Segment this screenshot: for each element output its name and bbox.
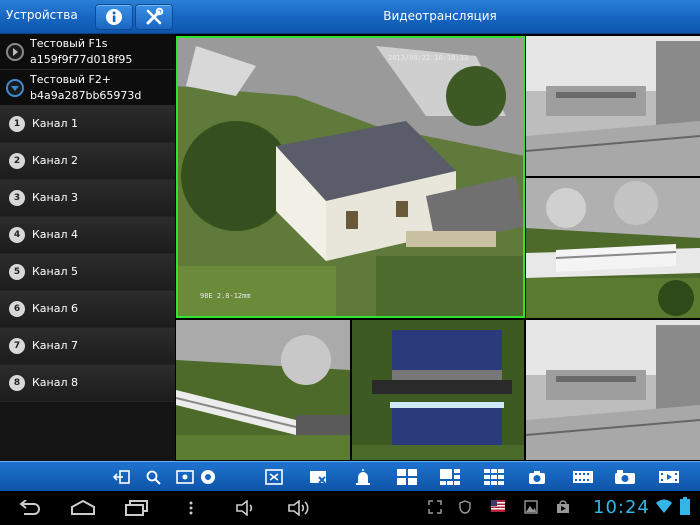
layout-3x3-icon[interactable] <box>440 469 460 485</box>
home-icon[interactable] <box>70 500 96 516</box>
video-tile-5[interactable] <box>352 320 524 460</box>
video-frame-bridge <box>352 320 524 460</box>
channel-label: Канал 3 <box>32 191 79 204</box>
exit-icon[interactable] <box>113 469 131 485</box>
channel-number-icon: 6 <box>9 301 25 317</box>
video-tile-4[interactable] <box>176 320 350 460</box>
channel-item-5[interactable]: 5 Канал 5 <box>0 254 175 291</box>
channel-number-icon: 8 <box>9 375 25 391</box>
recent-apps-icon[interactable] <box>125 500 149 516</box>
battery-icon <box>680 497 690 515</box>
status-clock: 10:24 <box>593 497 650 518</box>
device-item[interactable]: Тестовый F2+ b4a9a287bb65973d <box>0 70 175 106</box>
channel-label: Канал 8 <box>32 376 79 389</box>
channel-label: Канал 6 <box>32 302 79 315</box>
channel-item-8[interactable]: 8 Канал 8 <box>0 365 175 402</box>
video-frame-house <box>176 36 525 318</box>
video-frame-train <box>176 320 350 460</box>
gallery-icon <box>524 500 538 514</box>
volume-down-icon[interactable] <box>236 500 258 516</box>
back-icon[interactable] <box>16 500 40 516</box>
channel-label: Канал 1 <box>32 117 79 130</box>
video-lens-label: 98E 2.8-12mm <box>200 292 251 300</box>
channel-item-4[interactable]: 4 Канал 4 <box>0 217 175 254</box>
screenshot-icon[interactable] <box>428 500 442 514</box>
bottom-toolbar <box>0 461 700 491</box>
device-name: Тестовый F1s <box>30 37 108 50</box>
channel-number-icon: 2 <box>9 153 25 169</box>
video-tile-6[interactable] <box>526 320 700 460</box>
volume-up-icon[interactable] <box>288 500 312 516</box>
channel-label: Канал 2 <box>32 154 79 167</box>
close-view-icon[interactable] <box>309 469 327 485</box>
channel-item-2[interactable]: 2 Канал 2 <box>0 143 175 180</box>
wifi-icon <box>656 499 672 513</box>
device-name: Тестовый F2+ <box>30 73 112 86</box>
channel-number-icon: 1 <box>9 116 25 132</box>
video-frame-station <box>526 36 700 176</box>
page-title: Видеотрансляция <box>383 9 497 23</box>
channel-number-icon: 3 <box>9 190 25 206</box>
expand-icon[interactable] <box>6 43 24 61</box>
snapshot-icon[interactable] <box>528 469 546 485</box>
video-tile-3[interactable] <box>526 178 700 318</box>
layout-4x4-icon[interactable] <box>484 469 504 485</box>
video-frame-train <box>526 178 700 318</box>
camera-settings-icon[interactable] <box>615 469 635 485</box>
info-button[interactable] <box>95 4 133 30</box>
collapse-icon[interactable] <box>6 79 24 97</box>
channel-item-1[interactable]: 1 Канал 1 <box>0 106 175 143</box>
device-id: a159f9f77d018f95 <box>30 53 133 66</box>
device-item[interactable]: Тестовый F1s a159f9f77d018f95 <box>0 34 175 70</box>
ptz-icon[interactable] <box>176 469 218 485</box>
channel-item-7[interactable]: 7 Канал 7 <box>0 328 175 365</box>
video-frame-station <box>526 320 700 460</box>
device-sidebar: Тестовый F1s a159f9f77d018f95 Тестовый F… <box>0 34 175 461</box>
video-tile-main[interactable]: 2013/08/22 10:18:33 98E 2.8-12mm <box>176 36 525 318</box>
playback-icon[interactable] <box>659 469 679 485</box>
devices-tab[interactable]: Устройства <box>6 8 78 22</box>
record-icon[interactable] <box>573 469 593 485</box>
menu-icon[interactable] <box>188 500 194 516</box>
channel-item-3[interactable]: 3 Канал 3 <box>0 180 175 217</box>
shield-icon <box>459 500 471 514</box>
layout-2x2-icon[interactable] <box>397 469 417 485</box>
channel-number-icon: 7 <box>9 338 25 354</box>
channel-label: Канал 7 <box>32 339 79 352</box>
tools-icon <box>146 7 164 25</box>
top-bar: Устройства Видеотрансляция <box>0 0 700 34</box>
system-navbar: 10:24 <box>0 491 700 525</box>
alarm-icon[interactable] <box>354 469 372 485</box>
device-id: b4a9a287bb65973d <box>30 89 142 102</box>
channel-number-icon: 5 <box>9 264 25 280</box>
channel-label: Канал 4 <box>32 228 79 241</box>
search-icon[interactable] <box>145 469 163 485</box>
channel-number-icon: 4 <box>9 227 25 243</box>
video-timestamp: 2013/08/22 10:18:33 <box>388 54 469 62</box>
settings-button[interactable] <box>135 4 173 30</box>
channel-label: Канал 5 <box>32 265 79 278</box>
channel-item-6[interactable]: 6 Канал 6 <box>0 291 175 328</box>
fullscreen-icon[interactable] <box>265 469 283 485</box>
app-window: Устройства Видеотрансляция Тестовый F1s … <box>0 0 700 525</box>
video-tile-2[interactable] <box>526 36 700 176</box>
info-icon <box>106 9 122 25</box>
flag-icon <box>491 500 505 512</box>
store-icon <box>557 500 569 513</box>
